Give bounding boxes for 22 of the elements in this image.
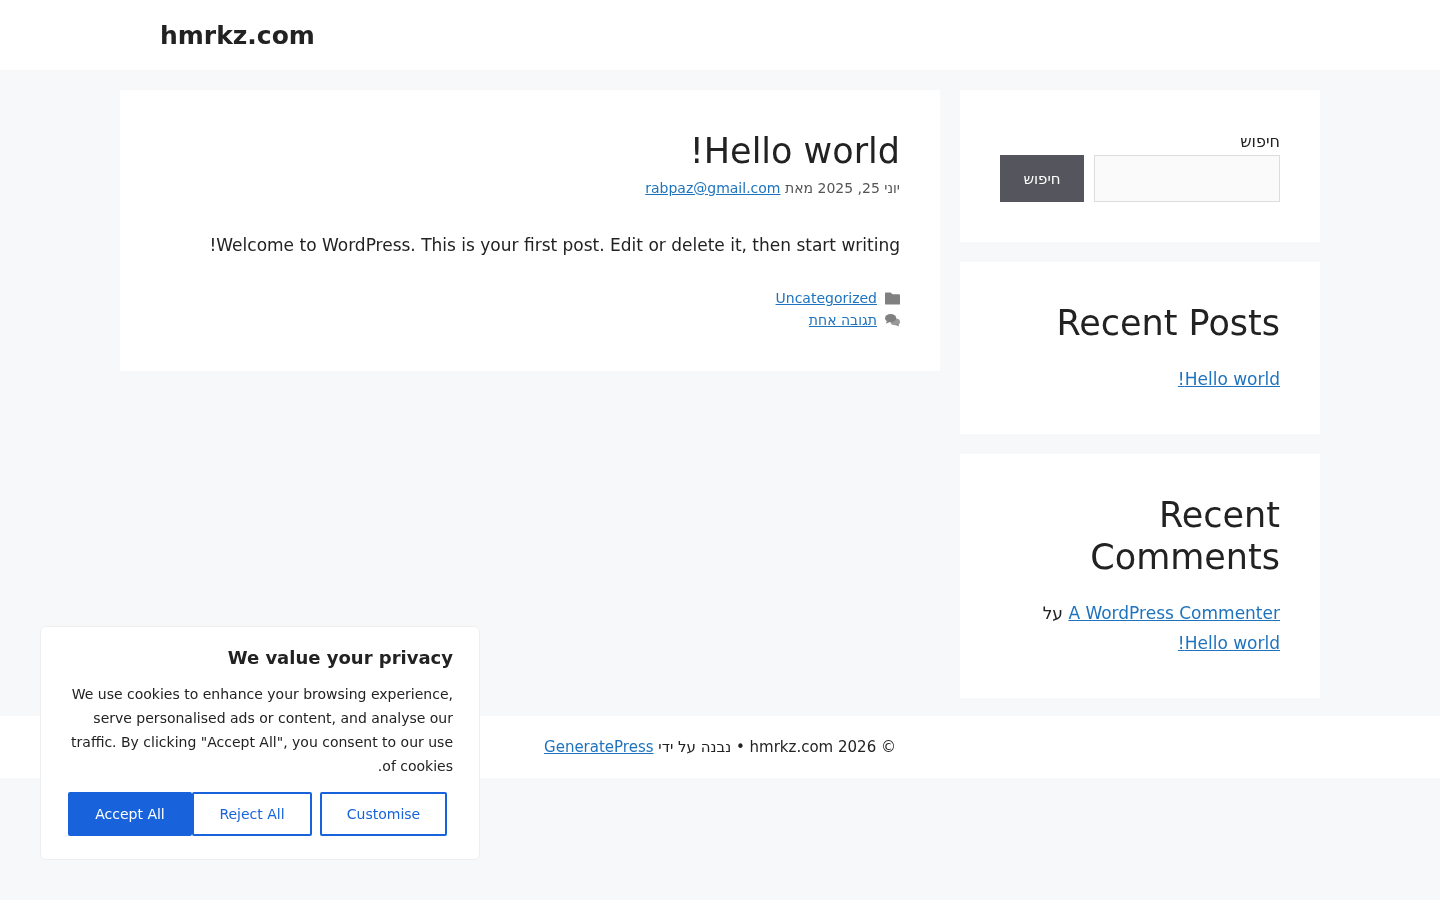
theme-link[interactable]: GeneratePress bbox=[544, 738, 654, 756]
cookie-button[interactable]: Accept All bbox=[68, 792, 192, 836]
category-link[interactable]: Uncategorized bbox=[775, 287, 877, 310]
comment-post-link[interactable]: Hello world! bbox=[1177, 633, 1280, 653]
search-button[interactable]: חיפוש bbox=[1000, 155, 1084, 202]
site-title[interactable]: hmrkz.com bbox=[160, 20, 315, 50]
cookie-text: We use cookies to enhance your browsing experience, serve personalised ads or content, and analyse our traffic. By clicking "Accept All", you consent to our use of cookies. bbox=[70, 685, 453, 776]
comments-icon bbox=[885, 313, 900, 328]
author-link[interactable]: rabpaz@gmail.com bbox=[645, 180, 781, 196]
widget-title: Recent Posts bbox=[1055, 302, 1280, 344]
comments-link[interactable]: תגובה אחת bbox=[808, 309, 877, 332]
cookie-title: We value your privacy bbox=[226, 647, 453, 668]
cookie-button[interactable]: Customise bbox=[320, 792, 447, 836]
comment-author-link[interactable]: A WordPress Commenter bbox=[1068, 603, 1280, 623]
recent-post-link[interactable]: Hello world! bbox=[1177, 369, 1280, 389]
cookie-button[interactable]: Reject All bbox=[192, 792, 312, 836]
post-body: Welcome to WordPress. This is your first post. Edit or delete it, then start writing! bbox=[208, 234, 900, 257]
search-label: חיפוש bbox=[1239, 132, 1280, 151]
widget-title: Recent Comments bbox=[1089, 494, 1280, 578]
search-field[interactable] bbox=[1094, 155, 1280, 202]
folder-icon bbox=[885, 291, 900, 306]
post-title: Hello world! bbox=[688, 130, 900, 172]
